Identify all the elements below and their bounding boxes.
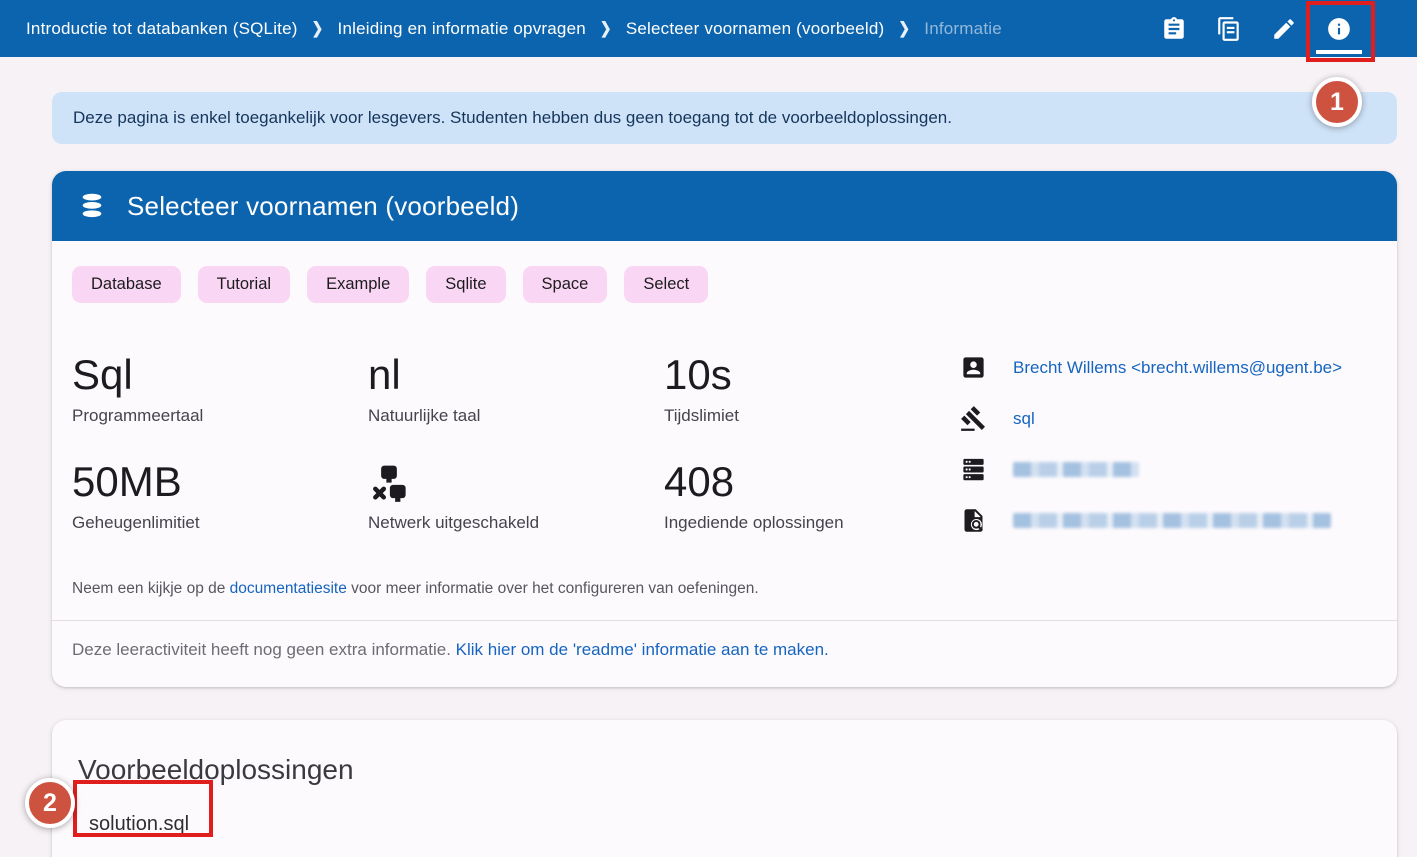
exercise-card-header: Selecteer voornamen (voorbeeld)	[52, 171, 1397, 241]
repository-link-redacted[interactable]	[1013, 462, 1139, 477]
server-rack-icon	[960, 456, 987, 483]
judge-row: sql	[960, 405, 1371, 432]
pencil-icon[interactable]	[1260, 0, 1308, 57]
stat-value: nl	[368, 348, 664, 398]
docs-note-suffix: voor meer informatie over het configurer…	[347, 580, 759, 597]
breadcrumb-current-page: Informatie	[924, 19, 1002, 39]
teacher-only-alert: Deze pagina is enkel toegankelijk voor l…	[52, 92, 1397, 144]
page: Introductie tot databanken (SQLite) ❯ In…	[0, 0, 1417, 857]
create-readme-link[interactable]: Klik hier om de 'readme' informatie aan …	[456, 640, 829, 659]
exercise-title: Selecteer voornamen (voorbeeld)	[127, 191, 519, 222]
judge-link[interactable]: sql	[1013, 409, 1035, 429]
author-row: Brecht Willems <brecht.willems@ugent.be>	[960, 354, 1371, 381]
documentation-link[interactable]: documentatiesite	[230, 580, 347, 597]
stat-label: Netwerk uitgeschakeld	[368, 513, 664, 533]
stat-label: Natuurlijke taal	[368, 406, 664, 426]
stat-value: 10s	[664, 348, 960, 398]
stat-label: Tijdslimiet	[664, 406, 960, 426]
annotation-badge-1: 1	[1312, 77, 1362, 127]
stat-label: Geheugenlimitiet	[72, 513, 368, 533]
readme-note-text: Deze leeractiviteit heeft nog geen extra…	[72, 640, 456, 659]
tag-chip[interactable]: Example	[307, 266, 409, 303]
solutions-card: Voorbeeldoplossingen solution.sql	[52, 720, 1397, 857]
exercise-info-card: Selecteer voornamen (voorbeeld) Database…	[52, 171, 1397, 687]
stat-network-disabled: Netwerk uitgeschakeld	[368, 455, 664, 534]
tag-chip[interactable]: Tutorial	[198, 266, 290, 303]
breadcrumb-course[interactable]: Introductie tot databanken (SQLite)	[26, 19, 298, 39]
annotation-badge-2: 2	[25, 778, 75, 828]
exercise-meta: Brecht Willems <brecht.willems@ugent.be>…	[960, 348, 1371, 534]
chevron-right-icon: ❯	[600, 19, 612, 39]
filepath-row	[960, 507, 1371, 534]
readme-note: Deze leeractiviteit heeft nog geen extra…	[52, 621, 1397, 687]
stat-value: 50MB	[72, 455, 368, 505]
stat-label: Ingediende oplossingen	[664, 513, 960, 533]
stat-natural-language: nl Natuurlijke taal	[368, 348, 664, 427]
network-off-icon	[368, 455, 664, 505]
stats-grid: Sql Programmeertaal nl Natuurlijke taal …	[72, 348, 960, 534]
file-search-icon	[960, 507, 987, 534]
stat-time-limit: 10s Tijdslimiet	[664, 348, 960, 427]
annotation-box-info-icon	[1306, 1, 1375, 62]
breadcrumb-exercise[interactable]: Selecteer voornamen (voorbeeld)	[626, 19, 885, 39]
documentation-note: Neem een kijkje op de documentatiesite v…	[52, 534, 1397, 620]
file-copy-icon[interactable]	[1205, 0, 1253, 57]
stat-programming-language: Sql Programmeertaal	[72, 348, 368, 427]
chevron-right-icon: ❯	[898, 19, 910, 39]
tag-chip[interactable]: Select	[624, 266, 708, 303]
gavel-icon	[960, 405, 987, 432]
tag-chip[interactable]: Space	[523, 266, 608, 303]
exercise-stats: Sql Programmeertaal nl Natuurlijke taal …	[52, 303, 1397, 534]
database-icon	[78, 192, 106, 220]
filepath-redacted[interactable]	[1013, 513, 1331, 528]
stat-label: Programmeertaal	[72, 406, 368, 426]
person-badge-icon	[960, 354, 987, 381]
solutions-title: Voorbeeldoplossingen	[52, 720, 1397, 786]
stat-value: Sql	[72, 348, 368, 398]
top-navigation-bar: Introductie tot databanken (SQLite) ❯ In…	[0, 0, 1417, 57]
docs-note-prefix: Neem een kijkje op de	[72, 580, 230, 597]
tag-list: Database Tutorial Example Sqlite Space S…	[52, 241, 1397, 303]
stat-submissions: 408 Ingediende oplossingen	[664, 455, 960, 534]
clipboard-icon[interactable]	[1150, 0, 1198, 57]
breadcrumb: Introductie tot databanken (SQLite) ❯ In…	[26, 19, 1002, 39]
tag-chip[interactable]: Database	[72, 266, 181, 303]
repository-row	[960, 456, 1371, 483]
annotation-box-solution-file	[73, 780, 213, 837]
stat-value: 408	[664, 455, 960, 505]
chevron-right-icon: ❯	[312, 19, 324, 39]
author-link[interactable]: Brecht Willems <brecht.willems@ugent.be>	[1013, 358, 1342, 378]
tag-chip[interactable]: Sqlite	[426, 266, 505, 303]
stat-memory-limit: 50MB Geheugenlimitiet	[72, 455, 368, 534]
breadcrumb-series[interactable]: Inleiding en informatie opvragen	[338, 19, 586, 39]
